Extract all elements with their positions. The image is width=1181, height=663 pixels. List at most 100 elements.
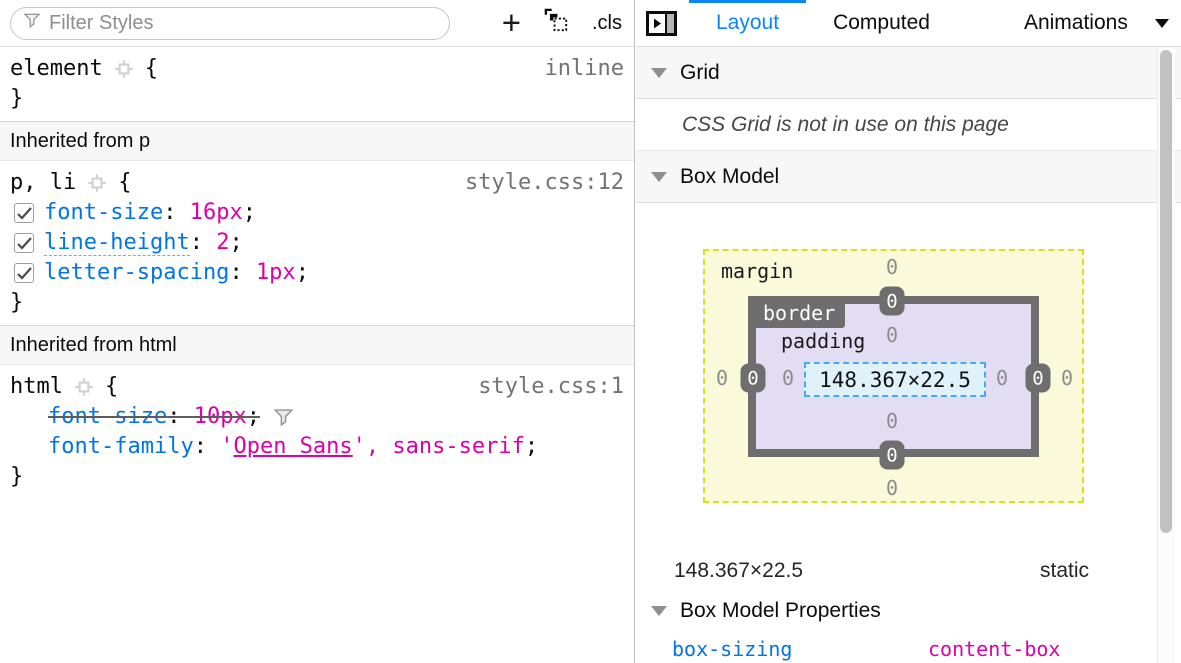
rules-panel: + .cls element { inline	[0, 0, 635, 663]
property-checkbox[interactable]	[14, 203, 34, 223]
filter-styles-input[interactable]	[49, 12, 436, 35]
padding-left-value[interactable]: 0	[782, 366, 794, 390]
overridden-filter-icon[interactable]	[274, 409, 293, 426]
property-row: letter-spacing: 1px;	[10, 258, 624, 288]
font-family-link[interactable]: Open Sans	[233, 434, 352, 459]
pane-toggle-icon[interactable]	[646, 11, 677, 36]
inherited-from-html-header: Inherited from html	[0, 325, 634, 365]
property-checkbox[interactable]	[14, 233, 34, 253]
property-name[interactable]: letter-spacing	[44, 260, 229, 285]
box-model-section-header[interactable]: Box Model	[636, 151, 1181, 203]
property-value[interactable]: ', sans-serif	[353, 434, 525, 459]
selector-element[interactable]: element	[10, 54, 103, 84]
scrollbar-track[interactable]	[1157, 48, 1175, 663]
content-size-value: 148.367×22.5	[819, 368, 971, 392]
tab-animations[interactable]: Animations	[997, 0, 1155, 47]
property-value-quote: '	[220, 434, 233, 459]
colon: :	[194, 434, 221, 459]
border-bottom-value[interactable]: 0	[880, 441, 905, 470]
filter-styles-field[interactable]	[10, 7, 450, 40]
gear-icon[interactable]	[113, 58, 135, 80]
box-model-properties-header[interactable]: Box Model Properties	[636, 585, 1181, 637]
property-value[interactable]: 10px	[194, 404, 247, 429]
box-model-content-region[interactable]: 148.367×22.5	[804, 362, 986, 397]
semicolon: ;	[229, 230, 242, 255]
property-value[interactable]: 1px	[256, 260, 296, 285]
tab-label: Computed	[833, 11, 930, 35]
property-row: font-size: 16px;	[10, 198, 624, 228]
inherited-from-p-header: Inherited from p	[0, 121, 634, 161]
grid-empty-message: CSS Grid is not in use on this page	[636, 99, 1181, 151]
property-name[interactable]: line-height	[44, 230, 190, 256]
tab-label: Layout	[716, 11, 779, 35]
stylesheet-link[interactable]: style.css:12	[465, 168, 624, 198]
semicolon: ;	[243, 200, 256, 225]
semicolon: ;	[247, 404, 260, 429]
box-model-property-row: box-sizing content-box	[636, 637, 1181, 661]
tab-computed[interactable]: Computed	[806, 0, 957, 47]
margin-bottom-value[interactable]: 0	[886, 476, 898, 500]
element-position: static	[1040, 559, 1089, 583]
box-model-properties-title: Box Model Properties	[680, 599, 881, 623]
tab-layout[interactable]: Layout	[689, 0, 806, 47]
margin-left-value[interactable]: 0	[716, 366, 728, 390]
add-rule-button[interactable]: +	[502, 9, 521, 37]
devtools-window: + .cls element { inline	[0, 0, 1181, 663]
border-right-value[interactable]: 0	[1026, 364, 1051, 393]
rules-toolbar: + .cls	[0, 0, 634, 47]
property-name[interactable]: font-size	[48, 404, 167, 429]
border-label: border	[753, 298, 845, 328]
pseudo-classes-icon[interactable]	[542, 6, 571, 40]
property-row: font-family: 'Open Sans', sans-serif;	[10, 432, 624, 462]
selector-html[interactable]: html	[10, 372, 63, 402]
chevron-down-icon	[651, 68, 667, 78]
brace-close: }	[10, 462, 624, 492]
border-top-value[interactable]: 0	[880, 287, 905, 316]
property-row-overridden: font-size: 10px;	[10, 402, 624, 432]
property-value[interactable]: 2	[216, 230, 229, 255]
padding-bottom-value[interactable]: 0	[886, 409, 898, 433]
colon: :	[190, 230, 217, 255]
border-left-value[interactable]: 0	[741, 364, 766, 393]
property-name[interactable]: box-sizing	[672, 637, 928, 661]
rule-html: html { style.css:1 font-size: 10px; font…	[0, 365, 634, 499]
box-model-summary: 148.367×22.5 static	[636, 539, 1181, 583]
element-size: 148.367×22.5	[674, 559, 803, 583]
tab-label: Animations	[1024, 11, 1128, 35]
brace-close: }	[10, 288, 624, 318]
property-checkbox[interactable]	[14, 263, 34, 283]
box-model-diagram: margin border padding 148.367×22.5 0 0 0…	[636, 203, 1181, 539]
chevron-down-icon	[651, 172, 667, 182]
property-name[interactable]: font-family	[48, 434, 194, 459]
rule-p-li: p, li { style.css:12 font-size: 16px; li…	[0, 161, 634, 325]
property-value[interactable]: 16px	[190, 200, 243, 225]
semicolon: ;	[525, 434, 538, 459]
brace-close: }	[10, 84, 624, 114]
property-name[interactable]: font-size	[44, 200, 163, 225]
grid-section-header[interactable]: Grid	[636, 47, 1181, 99]
rule-element: element { inline }	[0, 47, 634, 121]
margin-top-value[interactable]: 0	[886, 255, 898, 279]
box-model-margin-region[interactable]: margin border padding 148.367×22.5 0 0 0…	[703, 249, 1084, 503]
property-value[interactable]: content-box	[928, 637, 1060, 661]
colon: :	[167, 404, 194, 429]
grid-section-title: Grid	[680, 61, 720, 85]
margin-label: margin	[721, 259, 793, 283]
colon: :	[229, 260, 256, 285]
rules-toolbar-actions: + .cls	[502, 6, 624, 40]
scrollbar-thumb[interactable]	[1160, 50, 1172, 533]
gear-icon[interactable]	[86, 172, 108, 194]
stylesheet-link[interactable]: style.css:1	[478, 372, 624, 402]
margin-right-value[interactable]: 0	[1061, 366, 1073, 390]
filter-funnel-icon	[24, 13, 40, 33]
brace-open: {	[145, 54, 158, 84]
more-tabs-chevron-icon[interactable]	[1155, 19, 1169, 28]
box-model-section-title: Box Model	[680, 165, 779, 189]
selector-p-li[interactable]: p, li	[10, 168, 76, 198]
padding-right-value[interactable]: 0	[996, 366, 1008, 390]
sidebar-tabbar: Layout Computed Animations	[636, 0, 1181, 47]
layout-panel: Layout Computed Animations Grid CSS Grid…	[636, 0, 1181, 663]
gear-icon[interactable]	[73, 376, 95, 398]
padding-top-value[interactable]: 0	[886, 323, 898, 347]
class-panel-toggle-button[interactable]: .cls	[592, 12, 622, 35]
